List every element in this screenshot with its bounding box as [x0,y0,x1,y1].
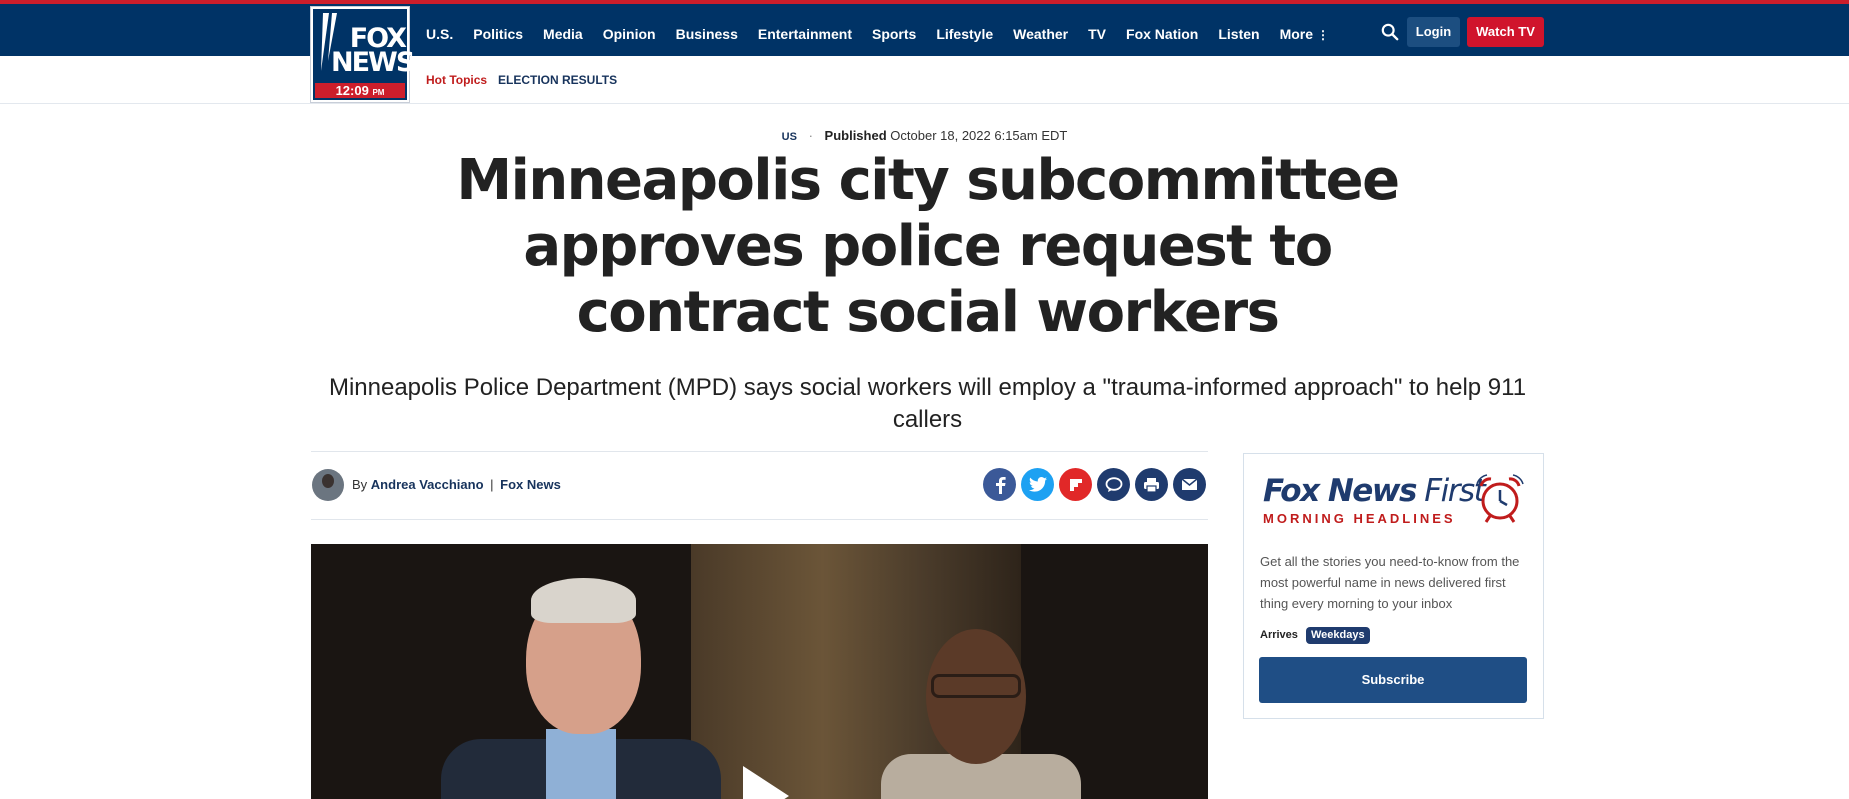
org-link[interactable]: Fox News [500,477,561,492]
more-dots-icon: ⋮ [1317,28,1330,42]
article-subhead: Minneapolis Police Department (MPD) says… [328,374,1527,433]
newsletter-brand: Fox News First [1263,473,1486,509]
email-icon[interactable] [1173,468,1206,501]
nav-item-entertainment[interactable]: Entertainment [758,26,852,42]
published-date: October 18, 2022 6:15am EDT [890,128,1068,143]
byline: By Andrea Vacchiano | Fox News [352,477,561,492]
byline-bar: By Andrea Vacchiano | Fox News [311,451,1208,520]
flipboard-icon[interactable] [1059,468,1092,501]
nav-item-media[interactable]: Media [543,26,583,42]
twitter-icon[interactable] [1021,468,1054,501]
nav-item-business[interactable]: Business [676,26,738,42]
main-nav: U.S. Politics Media Opinion Business Entertai… [426,8,1349,60]
fox-news-logo[interactable]: FOX NEWS 12:09 PM [310,6,415,103]
nav-item-listen[interactable]: Listen [1218,26,1259,42]
arrives-label: Arrives [1260,629,1298,641]
published-label: Published [824,128,887,143]
video-person-left-shirt [546,729,616,799]
logo-time-value: 12:09 [335,83,369,98]
print-icon[interactable] [1135,468,1168,501]
sub-navigation: Hot Topics ELECTION RESULTS [0,56,1849,104]
video-person-right-glasses [931,674,1021,698]
nav-item-politics[interactable]: Politics [473,26,523,42]
top-navigation-bar: U.S. Politics Media Opinion Business Entertai… [0,0,1849,56]
subscribe-button[interactable]: Subscribe [1259,657,1527,703]
login-button[interactable]: Login [1407,17,1460,47]
comments-icon[interactable] [1097,468,1130,501]
meta-separator: · [808,128,813,143]
watch-tv-button[interactable]: Watch TV [1467,17,1544,47]
newsletter-signup: Fox News First MORNING HEADLINES Get all… [1243,453,1544,719]
article-headline: Minneapolis city subcommittee approves p… [456,148,1400,345]
article-video[interactable] [311,544,1208,799]
video-person-left-hair [531,578,636,623]
byline-prefix: By [352,477,368,492]
nav-more-button[interactable]: More ⋮ [1280,26,1329,42]
frequency-badge: Weekdays [1306,627,1370,644]
logo-wordmark: FOX NEWS [331,25,415,78]
nav-item-lifestyle[interactable]: Lifestyle [936,26,993,42]
nav-item-sports[interactable]: Sports [872,26,916,42]
logo-time-ampm: PM [372,88,385,97]
nav-item-weather[interactable]: Weather [1013,26,1068,42]
logo-clock: 12:09 PM [315,83,405,98]
byline-separator: | [490,477,494,492]
play-icon[interactable] [731,764,791,799]
article-meta: US · Published October 18, 2022 6:15am E… [0,128,1849,143]
nav-item-tv[interactable]: TV [1088,26,1106,42]
election-results-link[interactable]: ELECTION RESULTS [498,73,617,87]
facebook-icon[interactable] [983,468,1016,501]
category-link[interactable]: US [782,131,797,143]
alarm-clock-icon [1476,474,1524,523]
logo-line-news: NEWS [331,47,415,78]
author-link[interactable]: Andrea Vacchiano [371,477,484,492]
nav-more-label: More [1279,26,1314,42]
nav-item-fox-nation[interactable]: Fox Nation [1126,26,1198,42]
author-avatar[interactable] [312,469,344,501]
newsletter-brand-bold: Fox News [1263,473,1417,509]
search-icon[interactable] [1381,23,1399,41]
newsletter-tagline: MORNING HEADLINES [1263,511,1456,526]
hot-topics-link[interactable]: Hot Topics [426,73,487,87]
nav-item-u-s[interactable]: U.S. [426,26,453,42]
newsletter-description: Get all the stories you need-to-know fro… [1260,554,1520,611]
nav-item-opinion[interactable]: Opinion [603,26,656,42]
